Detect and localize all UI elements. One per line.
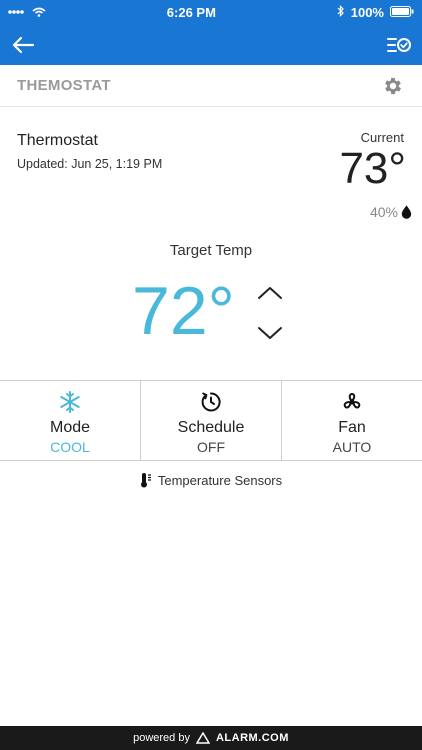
- top-app-bar: [0, 24, 422, 65]
- chevron-up-icon: [258, 287, 282, 299]
- back-button[interactable]: [8, 30, 38, 60]
- gear-icon: [385, 77, 401, 95]
- checklist-icon: [387, 38, 411, 52]
- snowflake-icon: [60, 391, 80, 413]
- mode-button[interactable]: Mode COOL: [0, 381, 141, 460]
- section-header: THEMOSTAT: [0, 65, 422, 107]
- current-temperature: 73°: [339, 144, 406, 193]
- section-title: THEMOSTAT: [17, 77, 111, 94]
- mode-value: COOL: [50, 439, 90, 455]
- schedule-clock-icon: [201, 392, 221, 412]
- increase-temp-button[interactable]: [255, 280, 285, 306]
- wifi-icon: [32, 5, 46, 20]
- brand-name: ALARM.COM: [215, 732, 289, 744]
- fan-icon: [343, 392, 361, 409]
- battery-icon: [389, 5, 414, 20]
- settings-button[interactable]: [382, 75, 404, 97]
- thermometer-icon: [140, 473, 151, 488]
- status-time: 6:26 PM: [166, 4, 216, 20]
- target-temperature: 72°: [132, 273, 235, 349]
- bluetooth-icon: [337, 4, 345, 20]
- current-label: Current: [360, 130, 404, 145]
- decrease-temp-button[interactable]: [255, 320, 285, 346]
- device-name: Thermostat: [17, 132, 98, 149]
- control-panel: Mode COOL Schedule OFF Fan AUTO: [0, 380, 422, 461]
- humidity-readout: 40%: [370, 204, 412, 220]
- fan-label: Fan: [338, 419, 366, 436]
- droplet-icon: [401, 205, 412, 219]
- schedule-value: OFF: [197, 439, 225, 455]
- powered-by-text: powered by: [133, 732, 190, 744]
- updated-timestamp: Updated: Jun 25, 1:19 PM: [17, 157, 163, 171]
- status-bar: 6:26 PM 100%: [0, 0, 422, 24]
- alarm-logo-icon: [195, 732, 210, 744]
- fan-button[interactable]: Fan AUTO: [282, 381, 422, 460]
- chevron-down-icon: [258, 327, 282, 339]
- arrow-left-icon: [12, 36, 34, 54]
- temperature-sensors-link[interactable]: Temperature Sensors: [0, 472, 422, 488]
- signal-icon: [8, 5, 26, 20]
- mode-label: Mode: [49, 419, 91, 436]
- tasks-button[interactable]: [384, 30, 414, 60]
- schedule-button[interactable]: Schedule OFF: [141, 381, 282, 460]
- battery-percent: 100%: [350, 4, 384, 20]
- humidity-value: 40%: [369, 204, 398, 220]
- schedule-label: Schedule: [177, 419, 245, 436]
- footer-bar: powered by ALARM.COM: [0, 726, 422, 750]
- target-temp-label: Target Temp: [169, 242, 253, 259]
- temperature-sensors-label: Temperature Sensors: [157, 472, 283, 488]
- fan-value: AUTO: [332, 439, 372, 455]
